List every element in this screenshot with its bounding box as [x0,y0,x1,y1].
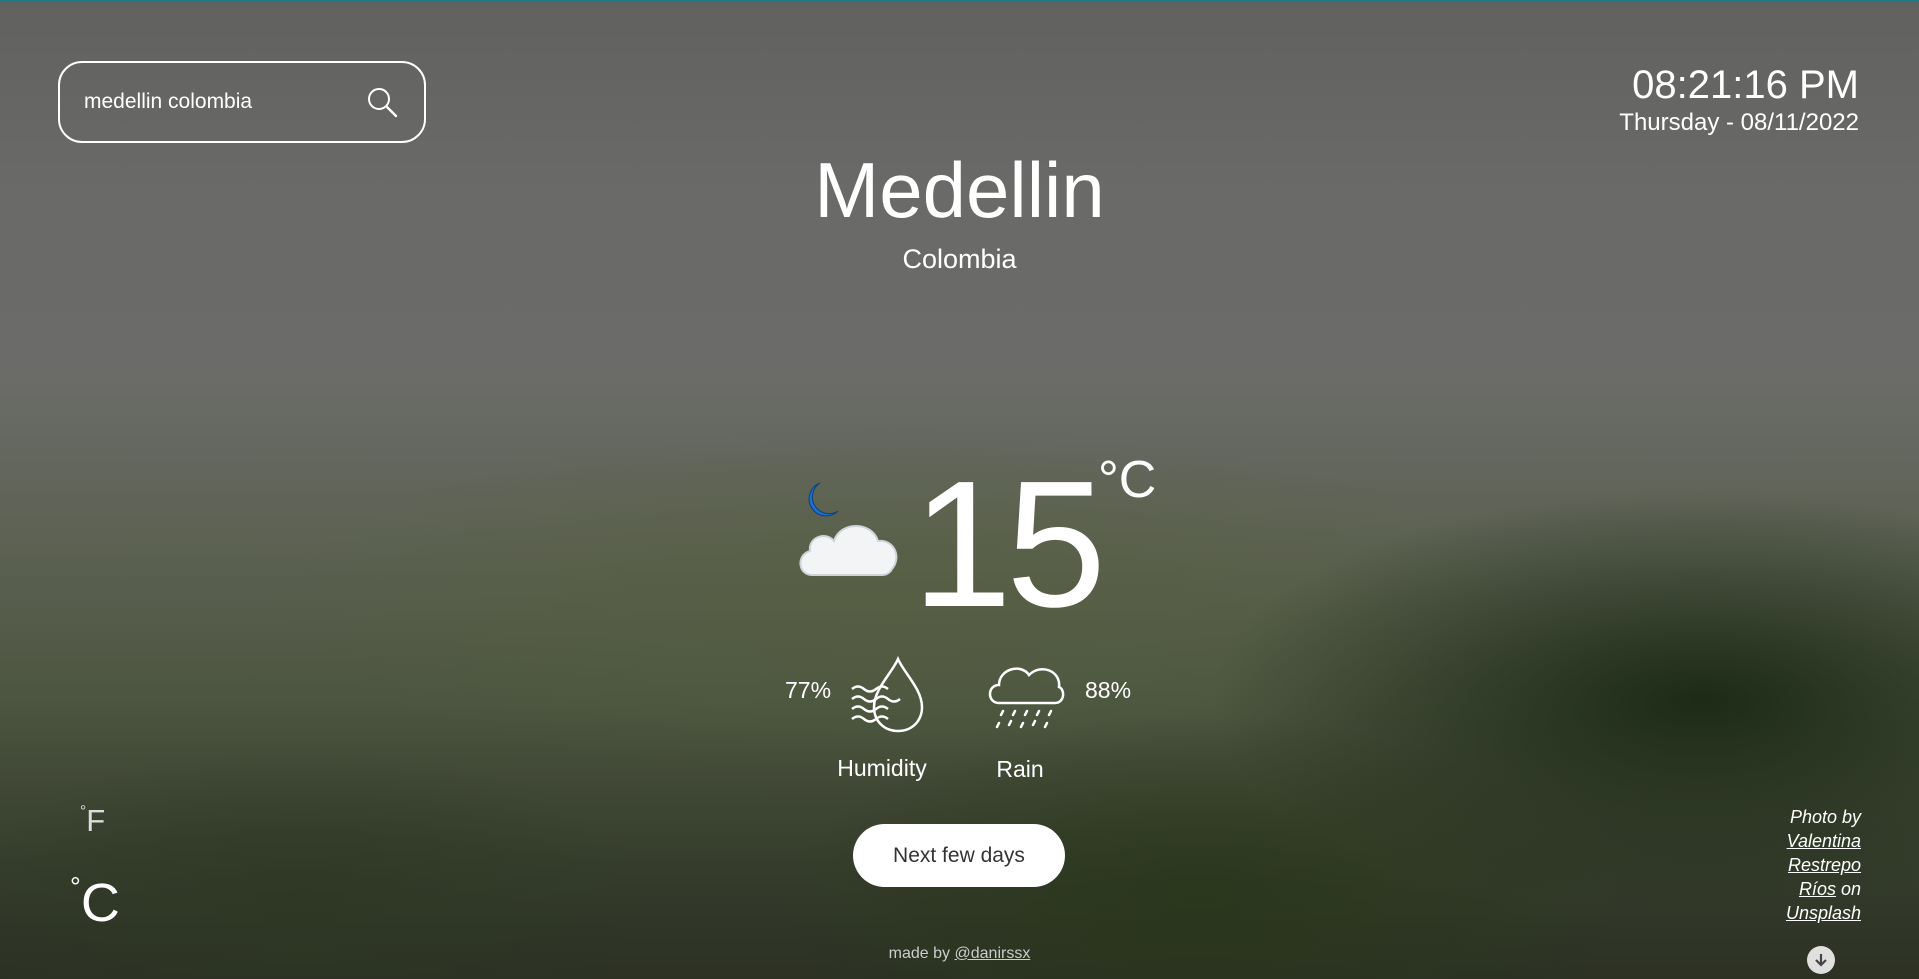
arrow-down-icon [1815,954,1827,967]
humidity-icon [851,655,924,733]
humidity-label: Humidity [837,755,927,781]
current-time: 08:21:16 PM [1632,63,1859,107]
next-few-days-button[interactable]: Next few days [853,824,1065,887]
photographer-link[interactable]: Restrepo [1788,855,1861,875]
fahrenheit-toggle[interactable]: °F [80,803,105,839]
author-link[interactable]: @danirssx [955,945,1031,962]
photographer-link[interactable]: Valentina [1787,831,1861,851]
photographer-link[interactable]: Ríos [1799,879,1836,899]
country-name: Colombia [902,244,1017,274]
city-name: Medellin [814,146,1105,234]
current-date: Thursday - 08/11/2022 [1619,109,1859,136]
rain-cloud-icon [988,667,1065,729]
search-box[interactable] [58,61,426,143]
rain-label: Rain [996,756,1044,782]
unsplash-link[interactable]: Unsplash [1786,903,1861,923]
temperature-unit: °C [1098,451,1157,509]
photo-credit: Photo by Valentina Restrepo Ríos on Unsp… [1785,807,1861,923]
humidity-value: 77% [785,677,832,703]
celsius-toggle[interactable]: °C [70,872,120,934]
made-by-footer: made by @danirssx [888,945,1031,962]
rain-value: 88% [1085,677,1132,703]
top-accent-line [0,0,1919,2]
cloudy-night-icon [799,482,898,576]
clock: 08:21:16 PM Thursday - 08/11/2022 [1619,62,1859,138]
temperature-value: 15 [912,444,1106,645]
location-header: Medellin Colombia [0,145,1919,279]
scroll-down-button[interactable] [1807,946,1835,974]
search-icon[interactable] [364,84,400,120]
search-input[interactable] [84,90,364,114]
